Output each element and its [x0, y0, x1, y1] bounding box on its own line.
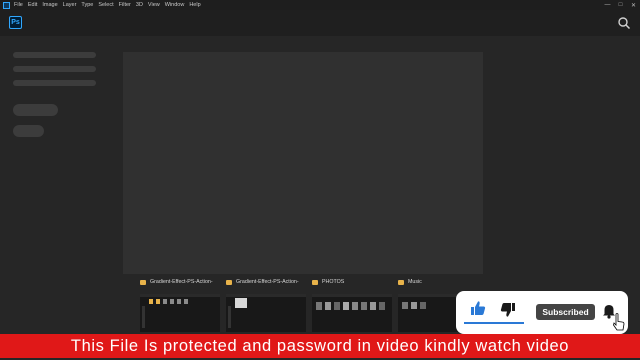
- folder-icon: [312, 279, 318, 285]
- recent-file-name: PHOTOS: [322, 279, 345, 285]
- close-icon[interactable]: ✕: [627, 0, 640, 10]
- recent-file-name: Gradient-Effect-PS-Action-: [236, 279, 299, 285]
- folder-icon: [140, 279, 146, 285]
- recent-file-thumbnail: [226, 294, 306, 332]
- menu-edit[interactable]: Edit: [28, 0, 37, 10]
- thumbs-down-icon[interactable]: [500, 302, 516, 318]
- home-content-panel: [123, 52, 483, 274]
- menu-file[interactable]: File: [14, 0, 23, 10]
- menu-filter[interactable]: Filter: [119, 0, 131, 10]
- window-controls: — □ ✕: [601, 0, 640, 10]
- menu-help[interactable]: Help: [189, 0, 200, 10]
- ps-icon[interactable]: Ps: [9, 16, 22, 29]
- sidebar-placeholder-button: [13, 104, 58, 116]
- recent-files-strip: Gradient-Effect-PS-Action- Gradient-Effe…: [140, 276, 483, 334]
- subscribed-button[interactable]: Subscribed: [536, 304, 595, 320]
- ps-app-icon: [3, 1, 10, 9]
- like-underline: [464, 322, 524, 324]
- sidebar-placeholder-line: [13, 80, 96, 86]
- recent-file-name: Gradient-Effect-PS-Action-: [150, 279, 213, 285]
- recent-file-thumbnail: [140, 294, 220, 332]
- search-icon[interactable]: [617, 16, 631, 30]
- recent-file-item[interactable]: Gradient-Effect-PS-Action-: [226, 276, 306, 332]
- menu-bar: File Edit Image Layer Type Select Filter…: [0, 0, 640, 10]
- folder-icon: [398, 279, 404, 285]
- recent-file-name: Music: [408, 279, 422, 285]
- recent-file-thumbnail: [312, 294, 392, 332]
- cursor-icon: [613, 313, 625, 331]
- thumbs-up-icon[interactable]: [470, 300, 486, 316]
- sidebar-placeholder-line: [13, 66, 96, 72]
- recent-file-item[interactable]: Gradient-Effect-PS-Action-: [140, 276, 220, 332]
- menu-select[interactable]: Select: [98, 0, 113, 10]
- folder-icon: [226, 279, 232, 285]
- menu-layer[interactable]: Layer: [63, 0, 77, 10]
- sidebar-placeholder-line: [13, 52, 96, 58]
- app-header: Ps: [0, 10, 640, 36]
- recent-file-item[interactable]: PHOTOS: [312, 276, 392, 332]
- menu-window[interactable]: Window: [165, 0, 185, 10]
- minimize-icon[interactable]: —: [601, 0, 614, 10]
- menu-view[interactable]: View: [148, 0, 160, 10]
- warning-banner: This File Is protected and password in v…: [0, 334, 640, 358]
- subscribe-overlay: Subscribed: [456, 291, 628, 334]
- menu-3d[interactable]: 3D: [136, 0, 143, 10]
- menu-image[interactable]: Image: [42, 0, 57, 10]
- maximize-icon[interactable]: □: [614, 0, 627, 10]
- menu-type[interactable]: Type: [81, 0, 93, 10]
- sidebar-placeholder-button: [13, 125, 44, 137]
